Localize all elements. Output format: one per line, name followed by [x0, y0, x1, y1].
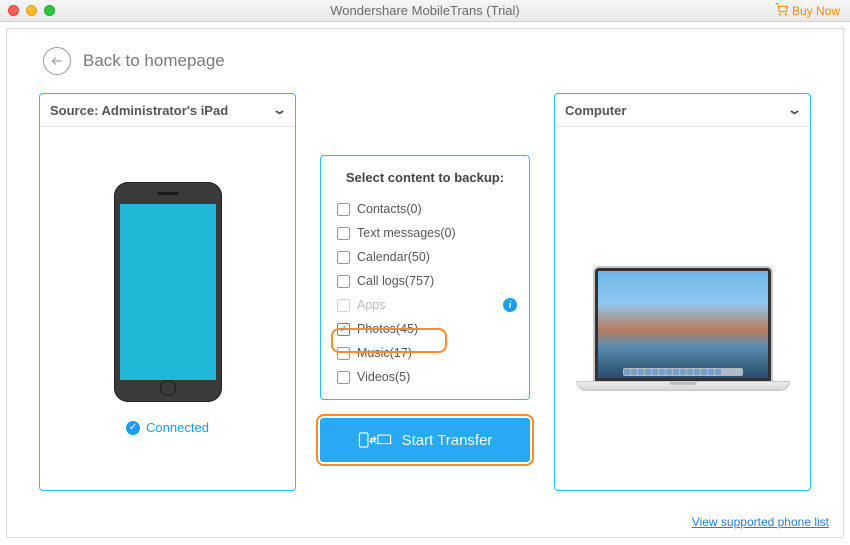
source-panel: Source: Administrator's iPad ⌄ ✓ Connect… — [39, 93, 296, 491]
select-content-panel: Select content to backup: Contacts(0) Te… — [320, 155, 530, 400]
buy-now-label: Buy Now — [792, 4, 840, 18]
back-row: Back to homepage — [7, 29, 843, 93]
checkbox-contacts[interactable] — [337, 203, 350, 216]
columns: Source: Administrator's iPad ⌄ ✓ Connect… — [7, 93, 843, 491]
content-row-apps: Apps i — [335, 293, 515, 317]
cart-icon — [775, 3, 788, 19]
source-header[interactable]: Source: Administrator's iPad ⌄ — [40, 94, 295, 127]
content-label: Photos(45) — [357, 322, 418, 336]
connection-status-label: Connected — [146, 420, 209, 435]
content-label: Videos(5) — [357, 370, 410, 384]
titlebar: Wondershare MobileTrans (Trial) Buy Now — [0, 0, 850, 22]
content-label: Apps — [357, 298, 386, 312]
main-frame: Back to homepage Source: Administrator's… — [6, 28, 844, 538]
transfer-icon — [358, 430, 392, 450]
content-row-text-messages: Text messages(0) — [335, 221, 515, 245]
checkbox-text-messages[interactable] — [337, 227, 350, 240]
content-label: Text messages(0) — [357, 226, 456, 240]
laptop-screen — [593, 266, 773, 381]
content-label: Music(17) — [357, 346, 412, 360]
select-content-title: Select content to backup: — [335, 170, 515, 185]
checkbox-call-logs[interactable] — [337, 275, 350, 288]
checkbox-videos[interactable] — [337, 371, 350, 384]
content-row-videos: Videos(5) — [335, 365, 515, 389]
middle-column: Select content to backup: Contacts(0) Te… — [320, 155, 530, 462]
content-label: Calendar(50) — [357, 250, 430, 264]
content-row-photos: ✓ Photos(45) — [335, 317, 515, 341]
checkbox-calendar[interactable] — [337, 251, 350, 264]
check-circle-icon: ✓ — [126, 421, 140, 435]
laptop-illustration — [576, 266, 790, 391]
back-button[interactable] — [43, 47, 71, 75]
checkbox-apps — [337, 299, 350, 312]
content-row-call-logs: Call logs(757) — [335, 269, 515, 293]
destination-device-area — [555, 127, 810, 490]
source-device-area: ✓ Connected — [40, 127, 295, 490]
window-title: Wondershare MobileTrans (Trial) — [0, 3, 850, 18]
content-row-calendar: Calendar(50) — [335, 245, 515, 269]
back-label: Back to homepage — [83, 51, 225, 71]
laptop-dock — [623, 368, 743, 376]
content-label: Call logs(757) — [357, 274, 434, 288]
content-row-music: Music(17) — [335, 341, 515, 365]
destination-title: Computer — [565, 103, 626, 118]
laptop-base — [576, 381, 790, 391]
arrow-left-icon — [50, 54, 64, 68]
chevron-down-icon: ⌄ — [272, 102, 287, 118]
start-transfer-label: Start Transfer — [402, 432, 493, 449]
destination-header[interactable]: Computer ⌄ — [555, 94, 810, 127]
destination-panel: Computer ⌄ — [554, 93, 811, 491]
phone-illustration — [114, 182, 222, 402]
start-transfer-wrap: Start Transfer — [320, 418, 530, 462]
phone-screen — [120, 204, 216, 380]
laptop-wallpaper — [598, 271, 768, 378]
content-row-contacts: Contacts(0) — [335, 197, 515, 221]
content-label: Contacts(0) — [357, 202, 422, 216]
connection-status: ✓ Connected — [126, 420, 209, 435]
checkbox-photos[interactable]: ✓ — [337, 323, 350, 336]
info-icon[interactable]: i — [503, 298, 517, 312]
chevron-down-icon: ⌄ — [787, 102, 802, 118]
start-transfer-button[interactable]: Start Transfer — [320, 418, 530, 462]
supported-phone-list-link[interactable]: View supported phone list — [692, 515, 829, 529]
checkbox-music[interactable] — [337, 347, 350, 360]
buy-now-link[interactable]: Buy Now — [775, 3, 840, 19]
source-title: Source: Administrator's iPad — [50, 103, 228, 118]
